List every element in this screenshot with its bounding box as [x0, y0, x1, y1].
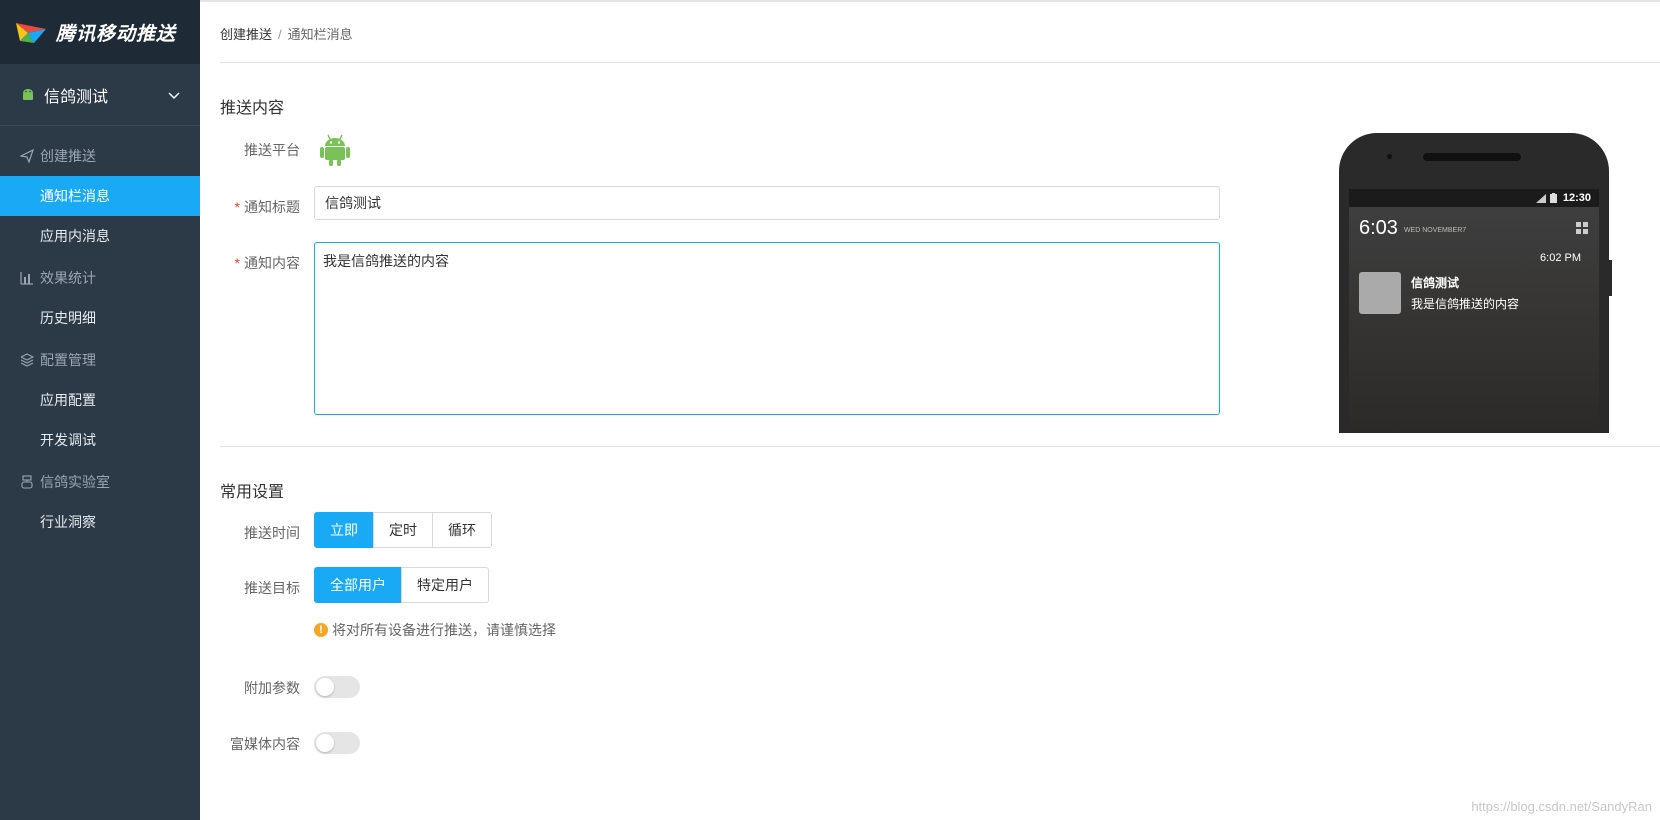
notification-content-textarea[interactable]: 我是信鸽推送的内容	[314, 242, 1220, 415]
status-time: 12:30	[1562, 192, 1591, 204]
section-title-push-content: 推送内容	[220, 100, 285, 117]
phone-side-button	[1609, 260, 1612, 296]
push-time-scheduled-button[interactable]: 定时	[373, 512, 433, 548]
notification-preview-title: 信鸽测试	[1411, 276, 1460, 290]
extra-params-toggle[interactable]	[314, 676, 360, 698]
breadcrumb-separator: /	[278, 27, 282, 42]
rich-media-toggle[interactable]	[314, 732, 360, 754]
sidebar-item-industry-insight[interactable]: 行业洞察	[0, 502, 200, 542]
breadcrumb-current: 通知栏消息	[287, 27, 353, 42]
push-time-options: 立即 定时 循环	[314, 512, 492, 548]
notification-title-input[interactable]	[314, 186, 1220, 220]
nav-group-title-stats: 效果统计	[0, 258, 200, 298]
label-rich-media: 富媒体内容	[230, 736, 300, 752]
section-title-common-settings: 常用设置	[220, 484, 285, 501]
paper-plane-icon	[20, 149, 34, 163]
flask-icon	[21, 475, 33, 489]
push-target-warning: ! 将对所有设备进行推送，请谨慎选择	[314, 620, 556, 640]
phone-status-bar: 12:30	[1349, 189, 1599, 207]
push-time-recurring-button[interactable]: 循环	[432, 512, 492, 548]
app-selector[interactable]: 信鸽测试	[0, 64, 200, 126]
android-icon[interactable]	[320, 132, 350, 166]
app-name: 信鸽测试	[44, 88, 109, 106]
phone-date: WED NOVEMBER7	[1403, 227, 1467, 234]
push-time-immediate-button[interactable]: 立即	[314, 512, 374, 548]
label-notification-title: * 通知标题	[234, 199, 300, 215]
nav-group-stats: 效果统计 历史明细	[0, 258, 200, 338]
label-platform: 推送平台	[244, 142, 300, 158]
nav-group-create: 创建推送 通知栏消息 应用内消息	[0, 136, 200, 256]
notification-preview-body: 我是信鸽推送的内容	[1411, 297, 1520, 311]
main-content: 创建推送 / 通知栏消息 推送内容 推送平台 *通知标题 *通知内容 我是信鸽推送的…	[200, 0, 1660, 820]
sidebar-item-app-config[interactable]: 应用配置	[0, 380, 200, 420]
label-push-time: 推送时间	[244, 525, 300, 541]
required-mark: *	[234, 199, 240, 215]
notification-app-icon	[1359, 272, 1401, 314]
nav-group-title-create: 创建推送	[0, 136, 200, 176]
brand[interactable]: 腾讯移动推送	[0, 0, 200, 64]
phone-screen: 12:30 6:03 WED NOVEMBER7 6:02 PM 信鸽测试 我是…	[1349, 189, 1599, 433]
notification-preview: 信鸽测试 我是信鸽推送的内容	[1349, 264, 1599, 314]
phone-camera	[1387, 154, 1392, 159]
phone-big-time: 6:03	[1359, 217, 1398, 239]
warning-icon: !	[314, 623, 328, 637]
phone-speaker	[1423, 153, 1521, 161]
toggle-knob	[316, 678, 334, 696]
sidebar-item-notification[interactable]: 通知栏消息	[0, 176, 200, 216]
push-target-specific-users-button[interactable]: 特定用户	[401, 567, 489, 603]
nav-group-config: 配置管理 应用配置 开发调试	[0, 340, 200, 460]
divider	[220, 62, 1660, 63]
label-push-target: 推送目标	[244, 580, 300, 596]
sidebar-item-dev-debug[interactable]: 开发调试	[0, 420, 200, 460]
watermark: https://blog.csdn.net/SandyRan	[1471, 799, 1652, 814]
label-notification-content: * 通知内容	[234, 255, 300, 271]
label-extra-params: 附加参数	[244, 680, 300, 696]
brand-name: 腾讯移动推送	[56, 23, 177, 45]
divider	[220, 446, 1660, 447]
push-target-all-users-button[interactable]: 全部用户	[314, 567, 402, 603]
phone-clock-row: 6:03 WED NOVEMBER7	[1349, 207, 1599, 240]
grid-icon	[1576, 222, 1588, 234]
android-icon	[23, 88, 33, 100]
nav-group-title-config: 配置管理	[0, 340, 200, 380]
push-target-options: 全部用户 特定用户	[314, 567, 489, 603]
bar-chart-icon	[20, 272, 33, 285]
toggle-knob	[316, 734, 334, 752]
tencent-push-logo-icon	[16, 23, 46, 43]
breadcrumb: 创建推送 / 通知栏消息	[220, 24, 353, 43]
required-mark: *	[234, 255, 240, 271]
phone-preview: 12:30 6:03 WED NOVEMBER7 6:02 PM 信鸽测试 我是…	[1339, 133, 1609, 433]
notification-time: 6:02 PM	[1540, 252, 1581, 264]
nav-group-title-lab: 信鸽实验室	[0, 462, 200, 502]
sidebar-item-history[interactable]: 历史明细	[0, 298, 200, 338]
nav-group-lab: 信鸽实验室 行业洞察	[0, 462, 200, 542]
sidebar: 腾讯移动推送 信鸽测试 创建推送 通知栏消息 应用内消息 效果统计 历史明细 配…	[0, 0, 200, 820]
sidebar-item-in-app[interactable]: 应用内消息	[0, 216, 200, 256]
chevron-down-icon	[168, 91, 180, 99]
signal-battery-icon	[1535, 193, 1557, 203]
breadcrumb-create-push[interactable]: 创建推送	[220, 27, 272, 42]
layers-icon	[20, 353, 34, 367]
